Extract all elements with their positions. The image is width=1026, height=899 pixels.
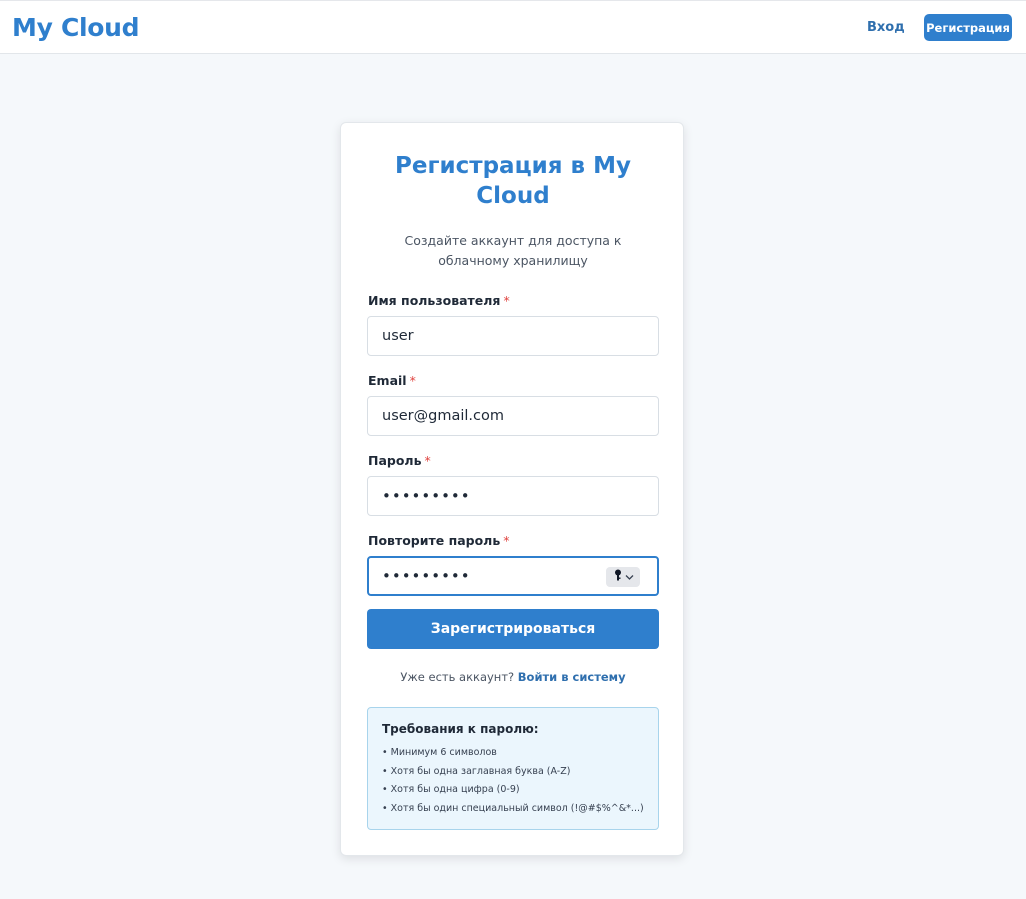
have-account-text: Уже есть аккаунт?	[400, 670, 515, 684]
username-label: Имя пользователя *	[368, 293, 510, 308]
username-label-text: Имя пользователя	[368, 293, 501, 308]
required-mark: *	[424, 453, 431, 468]
password-manager-button[interactable]	[606, 567, 640, 587]
top-navbar: My Cloud Вход Регистрация	[0, 0, 1026, 54]
email-label-text: Email	[368, 373, 407, 388]
nav-login-link[interactable]: Вход	[867, 20, 905, 35]
page-title: Регистрация в My Cloud	[395, 153, 631, 209]
register-submit-button[interactable]: Зарегистрироваться	[367, 609, 659, 649]
email-label: Email *	[368, 373, 416, 388]
password-value: •••••••••	[382, 487, 471, 505]
username-value: user	[382, 328, 414, 344]
password-confirm-label-text: Повторите пароль	[368, 533, 501, 548]
password-requirements-box: Требования к паролю: • Минимум 6 символо…	[367, 707, 659, 830]
nav-register-button[interactable]: Регистрация	[924, 14, 1012, 41]
have-account-prompt: Уже есть аккаунт? Войти в систему	[341, 670, 685, 684]
requirements-title: Требования к паролю:	[382, 722, 539, 736]
password-confirm-value: •••••••••	[382, 567, 471, 585]
requirement-item: • Хотя бы один специальный символ (!@#$%…	[382, 802, 644, 814]
password-confirm-label: Повторите пароль *	[368, 533, 510, 548]
password-confirm-input[interactable]: •••••••••	[367, 556, 659, 596]
login-link[interactable]: Войти в систему	[518, 670, 626, 684]
required-mark: *	[409, 373, 416, 388]
page-subtitle: Создайте аккаунт для доступа к облачному…	[404, 233, 622, 268]
key-icon	[613, 569, 623, 585]
password-label: Пароль *	[368, 453, 431, 468]
brand-logo[interactable]: My Cloud	[12, 13, 140, 42]
email-input[interactable]: user@gmail.com	[367, 396, 659, 436]
required-mark: *	[503, 533, 510, 548]
requirement-item: • Минимум 6 символов	[382, 747, 497, 758]
requirement-item: • Хотя бы одна цифра (0-9)	[382, 784, 520, 795]
requirement-item: • Хотя бы одна заглавная буква (A-Z)	[382, 765, 571, 777]
required-mark: *	[503, 293, 510, 308]
password-input[interactable]: •••••••••	[367, 476, 659, 516]
password-label-text: Пароль	[368, 453, 422, 468]
email-value: user@gmail.com	[382, 408, 504, 424]
registration-card: Регистрация в My Cloud Создайте аккаунт …	[340, 122, 684, 856]
username-input[interactable]: user	[367, 316, 659, 356]
chevron-down-icon	[625, 569, 634, 585]
